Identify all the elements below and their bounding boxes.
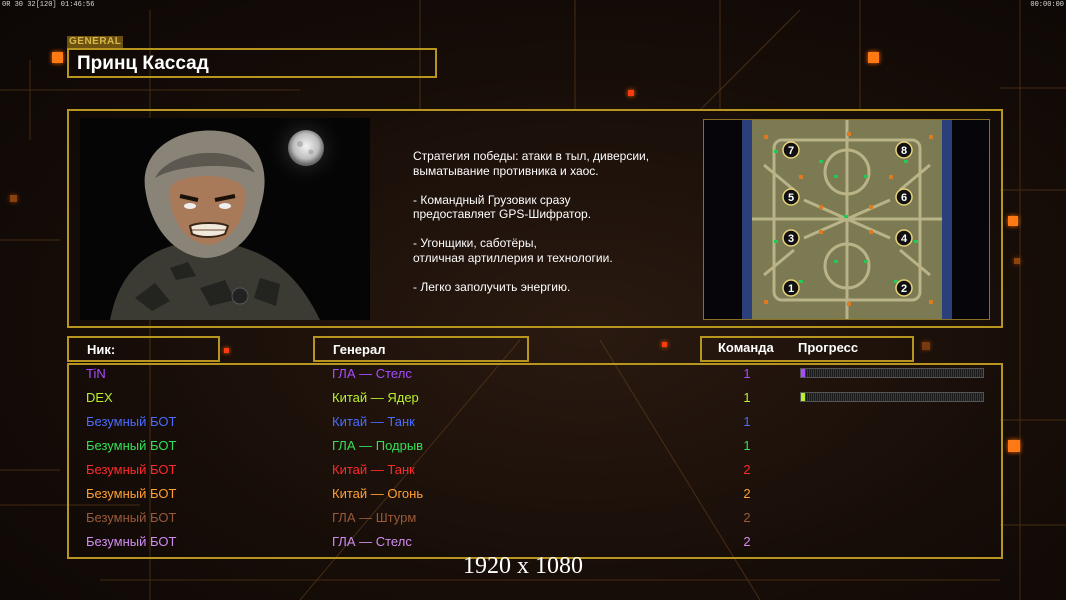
start-position-label: 1 (788, 283, 794, 295)
column-header-general: Генерал (313, 336, 529, 362)
decor-square (52, 52, 63, 63)
player-general: Китай — Танк (332, 414, 415, 429)
start-position-marker: 7 (782, 141, 800, 159)
player-progress-bar (800, 392, 984, 402)
start-position-marker: 6 (895, 188, 913, 206)
player-team: 1 (743, 438, 751, 453)
start-position-label: 4 (901, 233, 908, 245)
player-row[interactable]: DEX Китай — Ядер 1 (0, 388, 1066, 412)
decor-square (662, 342, 667, 347)
player-general: ГЛА — Подрыв (332, 438, 424, 453)
general-name: Принц Кассад (67, 48, 437, 78)
player-team: 1 (743, 366, 751, 381)
start-position-marker: 8 (895, 141, 913, 159)
hud-bar: 0R 30 32[120] 01:46:56 00:00:00 (0, 0, 1066, 10)
player-general: Китай — Ядер (332, 390, 419, 405)
decor-square (10, 195, 17, 202)
start-position-label: 6 (901, 192, 907, 204)
player-team: 2 (743, 534, 751, 549)
player-nick: Безумный БОТ (86, 510, 177, 525)
start-position-marker: 2 (895, 279, 913, 297)
start-position-marker: 4 (895, 229, 913, 247)
start-position-marker: 3 (782, 229, 800, 247)
general-tag: GENERAL (67, 36, 124, 48)
player-general: ГЛА — Стелс (332, 366, 412, 381)
player-nick: Безумный БОТ (86, 462, 177, 477)
player-team: 2 (743, 462, 751, 477)
player-progress-fill (801, 369, 805, 377)
decor-square (922, 342, 930, 350)
player-nick: TiN (86, 366, 106, 381)
decor-square (628, 90, 634, 96)
player-row[interactable]: Безумный БОТ ГЛА — Подрыв 1 (0, 436, 1066, 460)
player-row[interactable]: Безумный БОТ Китай — Огонь 2 (0, 484, 1066, 508)
map-preview[interactable]: 7 8 5 6 3 4 1 2 (703, 119, 990, 320)
decor-square (868, 52, 879, 63)
player-progress-fill (801, 393, 805, 401)
hud-timer: 00:00:00 (1030, 1, 1064, 9)
player-general: ГЛА — Штурм (332, 510, 417, 525)
player-nick: Безумный БОТ (86, 486, 177, 501)
player-progress-bar (800, 368, 984, 378)
description-line: - Командный Грузовик сразу предоставляет… (413, 192, 592, 222)
player-row[interactable]: Безумный БОТ ГЛА — Штурм 2 (0, 508, 1066, 532)
player-nick: Безумный БОТ (86, 438, 177, 453)
start-position-marker: 1 (782, 279, 800, 297)
player-general: Китай — Огонь (332, 486, 424, 501)
decor-square (1014, 258, 1020, 264)
resolution-overlay: 1920 x 1080 (463, 553, 583, 579)
general-portrait (80, 108, 370, 320)
player-general: Китай — Танк (332, 462, 415, 477)
start-position-label: 3 (788, 233, 794, 245)
start-position-label: 7 (788, 145, 794, 157)
start-position-label: 8 (901, 145, 907, 157)
strategy-description: Стратегия победы: атаки в тыл, диверсии,… (413, 149, 693, 309)
description-line: Стратегия победы: атаки в тыл, диверсии,… (413, 149, 650, 178)
start-position-label: 5 (788, 192, 794, 204)
description-line: - Угонщики, саботёры, отличная артиллери… (413, 236, 613, 265)
player-team: 2 (743, 486, 751, 501)
column-header-team-progress: Команда Прогресс (700, 336, 914, 362)
decor-square (1008, 216, 1018, 226)
column-header-progress: Прогресс (798, 340, 859, 355)
start-position-marker: 5 (782, 188, 800, 206)
player-nick: Безумный БОТ (86, 414, 177, 429)
start-position-label: 2 (901, 283, 907, 295)
player-nick: Безумный БОТ (86, 534, 177, 549)
hud-stats: 0R 30 32[120] 01:46:56 (2, 1, 95, 9)
map-image: 7 8 5 6 3 4 1 2 (704, 120, 989, 319)
player-team: 2 (743, 510, 751, 525)
player-row[interactable]: TiN ГЛА — Стелс 1 (0, 364, 1066, 388)
player-team: 1 (743, 390, 751, 405)
player-row[interactable]: Безумный БОТ Китай — Танк 1 (0, 412, 1066, 436)
player-team: 1 (743, 414, 751, 429)
player-nick: DEX (86, 390, 113, 405)
decor-square (224, 348, 229, 353)
player-row[interactable]: Безумный БОТ Китай — Танк 2 (0, 460, 1066, 484)
description-line: - Легко заполучить энергию. (413, 279, 571, 294)
player-general: ГЛА — Стелс (332, 534, 412, 549)
column-header-team: Команда (718, 340, 774, 355)
column-header-nick: Ник: (67, 336, 220, 362)
